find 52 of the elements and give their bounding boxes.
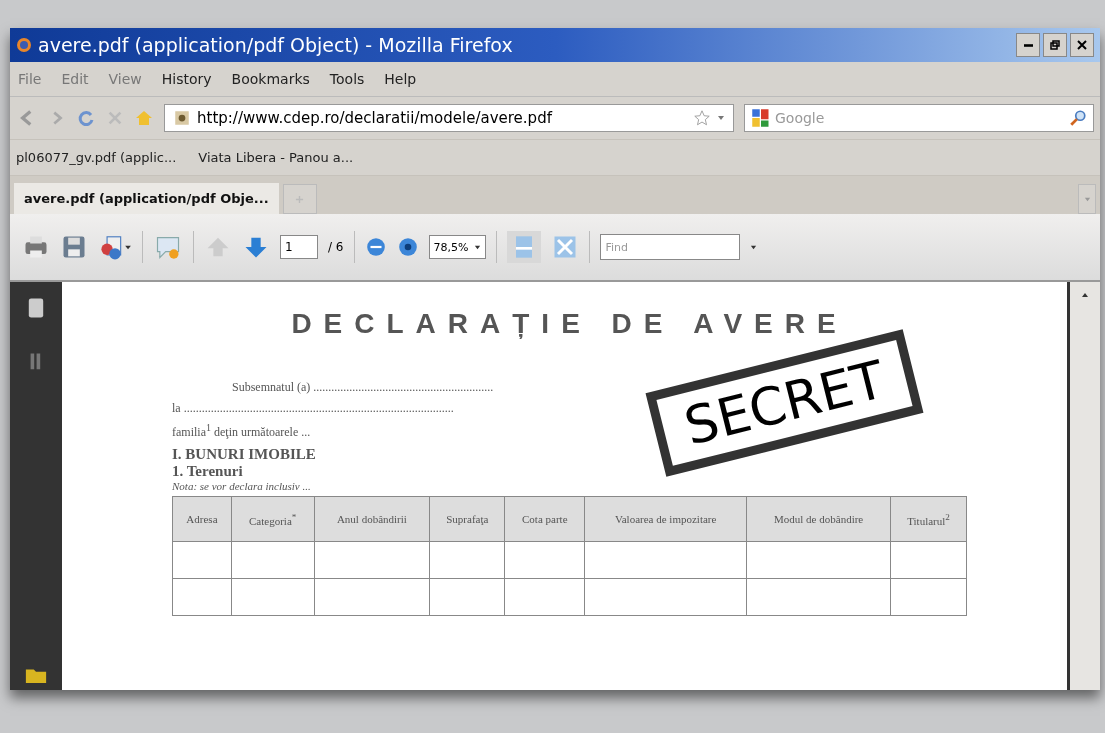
table-cell [172,541,232,579]
restore-button[interactable] [1043,33,1067,57]
close-icon [1077,40,1087,50]
reload-button[interactable] [76,108,96,128]
page-icon [173,109,191,127]
close-button[interactable] [1070,33,1094,57]
zoom-in-icon[interactable] [396,236,419,258]
address-field[interactable]: http://www.cdep.ro/declaratii/modele/avere.pdf [164,104,734,132]
stop-icon [106,109,124,127]
caret-icon [474,243,482,251]
column-header: Anul dobândirii [314,496,430,542]
star-icon[interactable] [693,109,711,127]
reload-icon [76,108,96,128]
zoom-out-icon[interactable] [364,236,387,258]
bookmark-item[interactable]: pl06077_gv.pdf (applic... [16,150,177,165]
minimize-icon [1023,43,1033,47]
page-number-field[interactable]: 1 [280,235,318,259]
column-header: Adresa [172,496,232,542]
menu-item[interactable]: Tools [329,71,365,87]
scrollbar[interactable] [1067,282,1100,690]
column-header: Modul de dobândire [746,496,891,542]
zoom-dropdown[interactable]: 78,5% [428,235,487,259]
section-heading: I. BUNURI IMOBILE [172,446,317,463]
menu-item[interactable]: Bookmarks [231,71,310,87]
table-cell [172,578,232,616]
bookmark-item[interactable]: Viata Libera - Panou a... [198,150,354,165]
search-placeholder: Google [775,110,826,126]
column-header: Titularul$^{2}$ [890,496,967,542]
menu-item[interactable]: Help [384,71,417,87]
menu-item[interactable]: History [161,71,212,87]
minimize-button[interactable] [1016,33,1040,57]
page-count: / 6 [328,240,344,254]
address-text: http://www.cdep.ro/declaratii/modele/avere.pdf [197,109,554,127]
home-icon [134,108,154,128]
dropdown-caret-icon[interactable] [717,114,725,122]
subsection-heading: 1. Terenuri [172,463,244,480]
search-engine-icon[interactable] [751,108,771,128]
caret-icon[interactable] [750,243,758,251]
column-header: Suprafaţa [429,496,505,542]
plus-icon [295,194,305,204]
restore-icon [1050,40,1060,50]
browser-tab[interactable]: avere.pdf (application/pdf Obje... [14,183,279,214]
note-text: Nota: se vor declara inclusiv ... [172,480,312,492]
column-header: Categoria$^{*}$ [231,496,314,542]
globe-icon [16,37,32,53]
window-title: avere.pdf (application/pdf Object) - Mozilla Firefox [38,34,513,56]
column-header: Cota parte [504,496,585,542]
pages-icon[interactable] [26,296,46,320]
folder-icon[interactable] [24,666,48,684]
column-header: Valoarea de impozitare [584,496,747,542]
caret-icon [1083,195,1091,203]
search-icon[interactable] [1069,109,1087,127]
